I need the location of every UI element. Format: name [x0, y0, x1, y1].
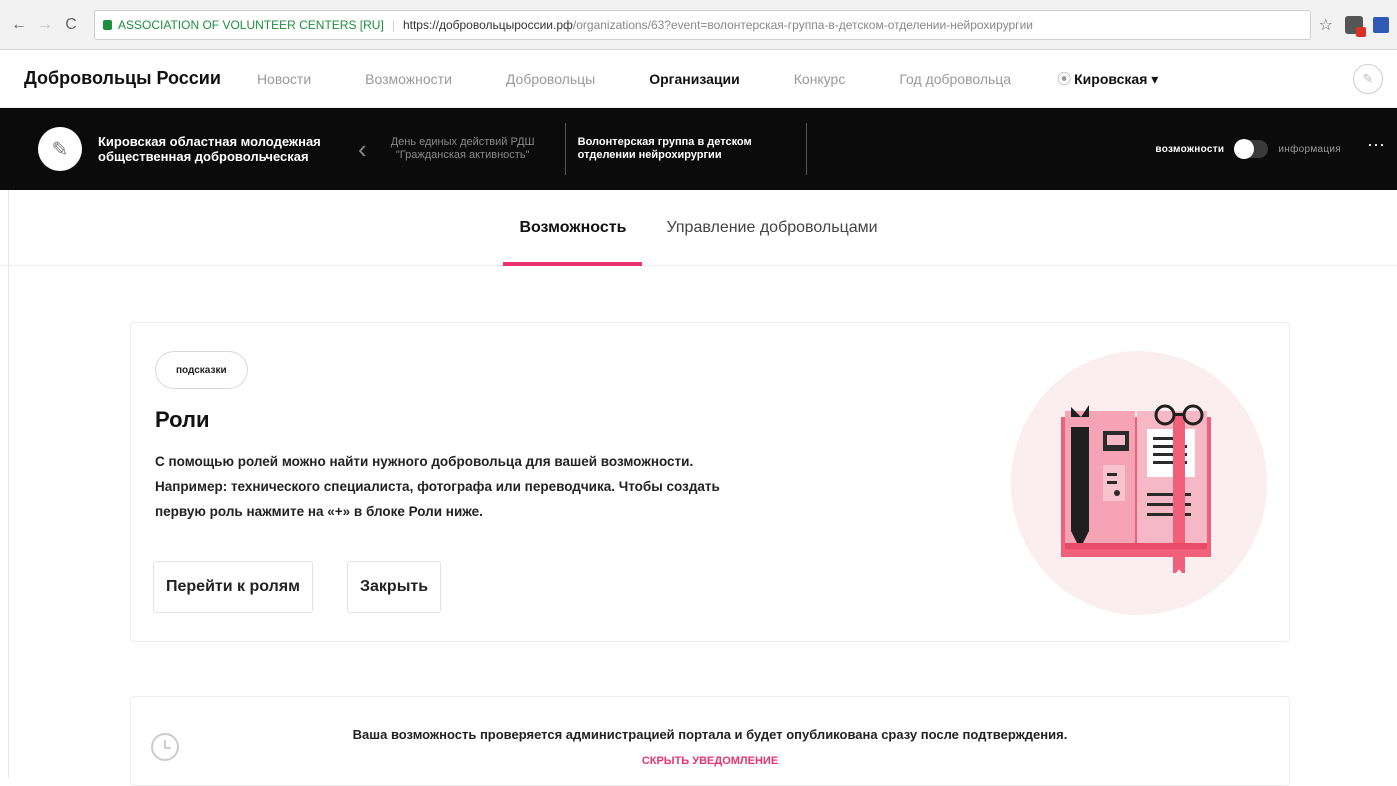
hint-badge: подсказки [155, 351, 248, 389]
organization-bar: ✎ Кировская областная молодежная обществ… [0, 108, 1397, 190]
divider [805, 123, 807, 175]
region-label: Кировская ▾ [1074, 70, 1159, 87]
current-event-title: Волонтерская группа в детском отделении … [577, 136, 752, 161]
hint-line: первую роль нажмите на «+» в блоке Роли … [155, 504, 483, 519]
address-bar[interactable]: ASSOCIATION OF VOLUNTEER CENTERS [RU] | … [94, 9, 1311, 40]
browser-toolbar: ← → C ASSOCIATION OF VOLUNTEER CENTERS [… [0, 0, 1397, 50]
view-toggle[interactable] [1234, 139, 1269, 159]
hint-title: Роли [155, 407, 210, 432]
nav-item-opportunities[interactable]: Возможности [365, 71, 452, 87]
hint-text: С помощью ролей можно найти нужного добр… [155, 449, 855, 524]
url-host: https://добровольцыроссии.рф [402, 17, 573, 32]
view-toggle-group: возможности информация [1155, 108, 1341, 190]
extension-icon[interactable] [1373, 16, 1389, 33]
previous-event-link[interactable]: День единых действий РДШ "Гражданская ак… [373, 136, 553, 162]
extension-icon[interactable] [1345, 15, 1366, 37]
nav-item-contest[interactable]: Конкурс [794, 71, 846, 87]
tab-opportunity[interactable]: Возможность [503, 190, 643, 266]
toggle-label-opportunities[interactable]: возможности [1155, 144, 1224, 155]
reload-icon[interactable]: C [60, 14, 82, 36]
divider [8, 190, 9, 778]
tab-manage-volunteers[interactable]: Управление добровольцами [650, 190, 893, 266]
avatar[interactable]: ✎ [1353, 64, 1383, 94]
org-logo-icon[interactable]: ✎ [38, 127, 82, 171]
chevron-left-icon[interactable]: ‹ [358, 134, 367, 165]
secure-label: ASSOCIATION OF VOLUNTEER CENTERS [RU] [118, 17, 384, 32]
hint-line: Например: технического специалиста, фото… [155, 479, 720, 494]
nav-item-news[interactable]: Новости [257, 71, 311, 87]
forward-icon[interactable]: → [34, 14, 56, 36]
close-button[interactable]: Закрыть [347, 561, 442, 613]
site-brand[interactable]: Добровольцы России [24, 68, 221, 89]
hint-line: С помощью ролей можно найти нужного добр… [155, 454, 694, 469]
address-separator: | [391, 17, 395, 32]
org-name[interactable]: Кировская областная молодежная обществен… [98, 134, 338, 164]
toggle-knob [1234, 139, 1255, 159]
divider [564, 123, 566, 175]
open-book-illustration-icon [1061, 404, 1211, 573]
more-menu-icon[interactable]: ··· [1367, 134, 1385, 155]
hint-card: подсказки Роли С помощью ролей можно най… [130, 322, 1290, 642]
notice-text: Ваша возможность проверяется администрац… [352, 727, 1068, 742]
nav-item-year[interactable]: Год добровольца [899, 71, 1011, 87]
toggle-label-info[interactable]: информация [1278, 144, 1341, 155]
go-to-roles-button[interactable]: Перейти к ролям [153, 561, 313, 613]
nav-item-organizations[interactable]: Организации [649, 71, 740, 87]
bookmark-star-icon[interactable]: ☆ [1319, 15, 1333, 35]
region-selector[interactable]: ⦿ Кировская ▾ [1057, 69, 1158, 89]
moderation-notice: Ваша возможность проверяется администрац… [130, 696, 1290, 786]
nav-item-volunteers[interactable]: Добровольцы [506, 71, 595, 87]
site-header: Добровольцы России Новости Возможности Д… [0, 50, 1397, 108]
back-icon[interactable]: ← [8, 14, 30, 36]
tab-bar: Возможность Управление добровольцами [0, 190, 1397, 266]
hide-notice-link[interactable]: СКРЫТЬ УВЕДОМЛЕНИЕ [131, 755, 1289, 767]
extension-icons [1345, 15, 1389, 37]
location-pin-icon: ⦿ [1057, 70, 1072, 87]
url-path: /organizations/63?event=волонтерская-гру… [572, 17, 1033, 32]
lock-icon [103, 19, 112, 30]
